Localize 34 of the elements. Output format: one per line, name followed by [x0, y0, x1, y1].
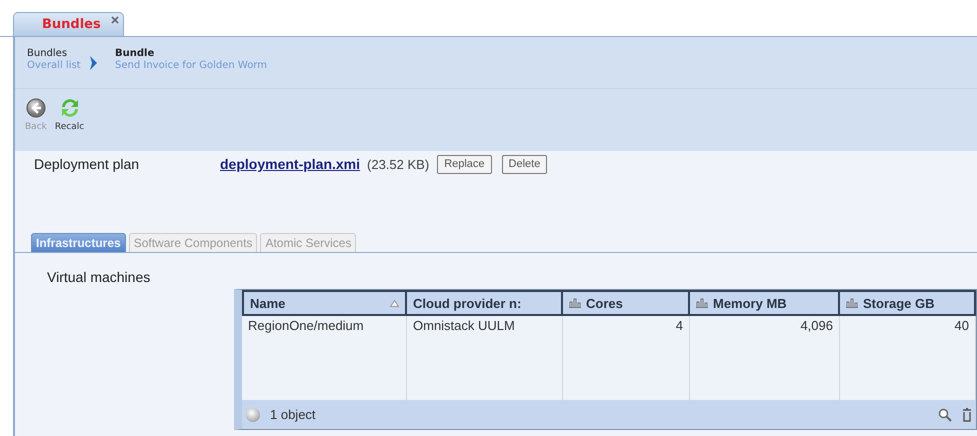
table-cell: 4	[563, 316, 690, 336]
action-button[interactable]: Delete	[502, 154, 548, 174]
search-icon[interactable]	[938, 408, 952, 422]
file-link[interactable]: deployment-plan.xmi	[220, 156, 360, 172]
bar-chart-icon	[846, 298, 858, 308]
trash-icon[interactable]	[962, 408, 972, 422]
refresh-button[interactable]: Recalc	[54, 97, 84, 133]
breadcrumb-title: Bundle	[115, 48, 156, 60]
action-button[interactable]: Replace	[437, 154, 492, 174]
sort-icon[interactable]	[390, 300, 399, 306]
column-header[interactable]: Cores	[563, 290, 690, 316]
file-size: (23.52 KB)	[367, 156, 430, 172]
header-label: Name	[250, 296, 286, 310]
header-label: Cloud provider n:	[413, 296, 522, 310]
object-count: 1 object	[270, 407, 316, 422]
bar-chart-icon	[696, 298, 708, 308]
header-label: Cores	[586, 296, 624, 310]
bar-chart-icon	[569, 298, 581, 308]
table-cell: Omnistack UULM	[407, 316, 563, 336]
table-cell: 40	[840, 316, 976, 336]
close-icon[interactable]	[110, 16, 119, 24]
header-label: Storage GB	[863, 296, 936, 310]
header-label: Memory MB	[713, 296, 788, 310]
section-label: Virtual machines	[47, 269, 152, 285]
column-header[interactable]: Cloud provider n:	[407, 290, 563, 316]
breadcrumb-title: Bundles	[27, 48, 68, 60]
column-header[interactable]: Name	[242, 290, 407, 316]
chevron-icon	[89, 54, 99, 70]
table-cell: RegionOne/medium	[242, 316, 407, 336]
table-cell: 4,096	[690, 316, 840, 336]
status-icon	[246, 408, 260, 422]
column-header[interactable]: Memory MB	[690, 290, 840, 316]
field-label: Deployment plan	[34, 156, 140, 172]
column-header[interactable]: Storage GB	[840, 290, 976, 316]
